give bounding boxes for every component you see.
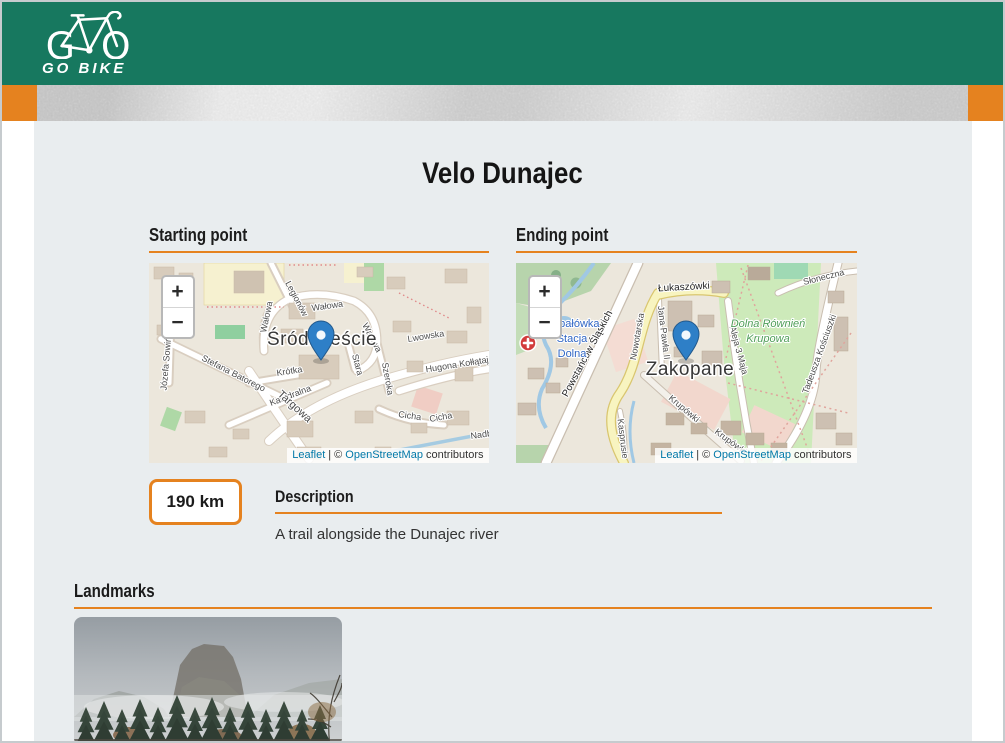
app-window: G O GO BIKE Velo Dunajec Starting point: [0, 0, 1005, 743]
svg-text:Dolna: Dolna: [557, 348, 587, 360]
landmarks-heading: Landmarks: [74, 581, 932, 609]
landmarks-section: Landmarks: [74, 581, 932, 741]
description-section: Description A trail alongside the Dunaje…: [275, 487, 722, 543]
logo[interactable]: G O GO BIKE: [42, 11, 138, 77]
svg-text:Krupowa: Krupowa: [746, 333, 789, 345]
hero-strip: [2, 85, 1003, 121]
landmark-photo: [74, 617, 342, 741]
route-page: Velo Dunajec Starting point: [34, 121, 972, 741]
granite-texture: [37, 85, 968, 121]
map-attribution: Leaflet|© OpenStreetMap contributors: [655, 448, 856, 463]
brand-text: GO BIKE: [42, 60, 126, 77]
leaflet-link[interactable]: Leaflet: [660, 449, 693, 461]
osm-link[interactable]: OpenStreetMap: [345, 449, 423, 461]
svg-text:G: G: [46, 24, 75, 59]
accent-right: [968, 85, 1003, 121]
ending-point-heading: Ending point: [516, 225, 857, 253]
osm-link[interactable]: OpenStreetMap: [713, 449, 791, 461]
leaflet-link[interactable]: Leaflet: [292, 449, 325, 461]
description-heading: Description: [275, 487, 722, 514]
description-text: A trail alongside the Dunajec river: [275, 526, 722, 543]
starting-point-heading: Starting point: [149, 225, 489, 253]
start-map[interactable]: Wałowa Wałowa Wałowa Śródmieście Stara S…: [149, 263, 489, 463]
zoom-in-button[interactable]: +: [530, 277, 560, 307]
svg-text:O: O: [101, 24, 131, 59]
zoom-in-button[interactable]: +: [163, 277, 193, 307]
starting-point-section: Starting point: [149, 225, 489, 463]
bike-logo-icon: G O: [42, 11, 138, 59]
end-map-zoom-control: + −: [528, 275, 562, 339]
ending-point-section: Ending point: [516, 225, 857, 463]
end-map[interactable]: Łukaszówki Nowotarska Powstańców Śląskic…: [516, 263, 857, 463]
zoom-out-button[interactable]: −: [530, 307, 560, 337]
start-map-zoom-control: + −: [161, 275, 195, 339]
accent-left: [2, 85, 37, 121]
svg-text:Dolna Równień: Dolna Równień: [730, 318, 805, 330]
zoom-out-button[interactable]: −: [163, 307, 193, 337]
header: G O GO BIKE: [2, 2, 1003, 85]
map-attribution: Leaflet|© OpenStreetMap contributors: [287, 448, 488, 463]
page-title: Velo Dunajec: [34, 157, 972, 191]
distance-badge: 190 km: [149, 479, 243, 525]
